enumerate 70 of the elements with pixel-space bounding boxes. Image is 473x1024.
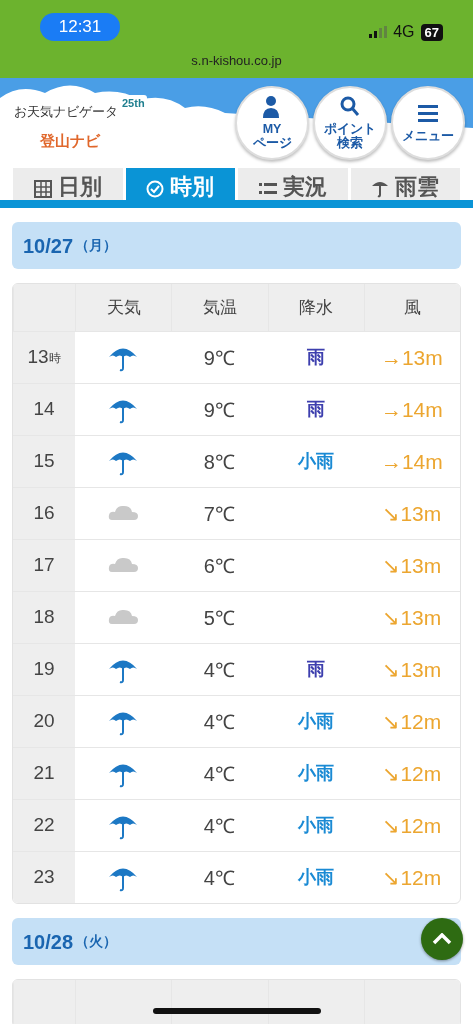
temperature-cell-text: 4℃	[202, 761, 236, 787]
temperature-cell-text: 6℃	[202, 553, 236, 579]
tab[interactable]: 実況	[238, 168, 348, 200]
hour-cell: 21	[13, 748, 75, 799]
column-header: 降水	[267, 284, 364, 331]
url-text: s.n-kishou.co.jp	[190, 52, 283, 70]
hour-cell: 14	[13, 384, 75, 435]
logo-subtitle: 登山ナビ	[40, 130, 102, 151]
status-time: 12:31	[40, 13, 120, 41]
column-header: 風	[363, 284, 460, 331]
temperature-cell-text: 4℃	[202, 865, 236, 891]
date-text: 10/28	[23, 929, 74, 955]
hour-cell: 23	[13, 852, 75, 903]
tab[interactable]: 日別	[13, 168, 123, 200]
umbrella-icon	[371, 180, 390, 198]
column-header: 天気	[75, 284, 172, 331]
hour-cell: 15	[13, 436, 75, 487]
hour-cell: 20	[13, 696, 75, 747]
precipitation-label: 小雨	[297, 762, 334, 785]
search-icon	[340, 95, 360, 118]
weekday-text: （火）	[75, 932, 118, 951]
wind-cell-text: →14m	[379, 396, 444, 423]
temperature-cell-text: 9℃	[202, 345, 236, 371]
calendar-icon	[33, 180, 52, 198]
hour-cell: 19	[13, 644, 75, 695]
precipitation-label: 雨	[306, 658, 325, 681]
wind-cell-text: ↘13m	[381, 604, 443, 631]
temperature-cell-text: 8℃	[202, 449, 236, 475]
column-header: 気温	[171, 284, 268, 331]
battery-level: 67	[420, 23, 443, 41]
wind-cell-text: ↘13m	[381, 500, 443, 527]
wind-cell-text: ↘13m	[381, 552, 443, 579]
precipitation-label: 小雨	[297, 814, 334, 837]
hour-cell: 13時	[13, 332, 75, 383]
temperature-cell-text: 4℃	[202, 657, 236, 683]
precipitation-label: 雨	[306, 398, 325, 421]
header-button[interactable]: ポイント 検索	[313, 86, 387, 160]
weekday-text: （月）	[75, 236, 118, 255]
person-icon	[262, 95, 282, 118]
temperature-cell-text: 5℃	[202, 605, 236, 631]
precipitation-label: 小雨	[297, 866, 334, 889]
date-text: 10/27	[23, 233, 74, 259]
wind-cell-text: ↘12m	[381, 708, 443, 735]
menu-icon	[418, 102, 438, 125]
temperature-cell-text: 9℃	[202, 397, 236, 423]
wind-cell-text: ↘12m	[381, 812, 443, 839]
temperature-cell-text: 4℃	[202, 709, 236, 735]
wind-cell-text: ↘12m	[381, 864, 443, 891]
tab[interactable]: 雨雲	[350, 168, 460, 200]
wind-cell-text: →14m	[379, 448, 444, 475]
header-button[interactable]: MY ページ	[235, 86, 309, 160]
wind-cell-text: ↘12m	[381, 760, 443, 787]
precipitation-label: 小雨	[297, 710, 334, 733]
precipitation-label: 雨	[306, 346, 325, 369]
precipitation-label: 小雨	[297, 450, 334, 473]
signal-icon	[369, 26, 388, 38]
logo-text: お天気ナビゲータ	[14, 103, 118, 121]
network-label: 4G	[393, 22, 415, 42]
wind-cell-text: ↘13m	[381, 656, 443, 683]
hour-cell: 16	[13, 488, 75, 539]
tab[interactable]: 時別	[125, 168, 235, 200]
wind-cell-text: →13m	[379, 344, 444, 371]
clock-icon	[146, 180, 165, 198]
temperature-cell-text: 7℃	[202, 501, 236, 527]
header-button[interactable]: メニュー	[391, 86, 465, 160]
chevron-up-icon	[432, 933, 452, 945]
temperature-cell-text: 4℃	[202, 813, 236, 839]
hour-cell: 22	[13, 800, 75, 851]
hour-cell: 18	[13, 592, 75, 643]
hour-cell: 17	[13, 540, 75, 591]
